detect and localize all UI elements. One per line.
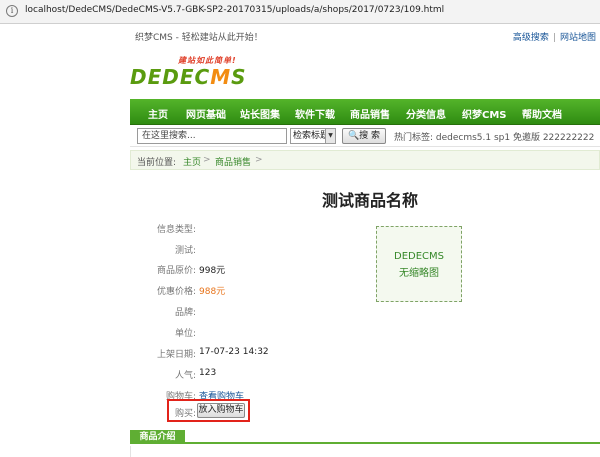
advanced-search-link[interactable]: 高级搜索 [513,33,549,43]
search-button-label: 搜 索 [359,131,381,141]
thumb-line-1: DEDECMS [394,251,444,262]
breadcrumb-shop[interactable]: 商品销售 [215,155,251,168]
info-icon[interactable]: i [6,5,18,17]
search-input[interactable]: 在这里搜索... [137,128,287,144]
divider: | [552,33,556,43]
add-to-cart-button[interactable]: 放入购物车 [197,403,245,418]
nav-item-help[interactable]: 帮助文档 [522,106,562,121]
search-icon: 🔍 [347,131,360,141]
nav-item-software[interactable]: 软件下载 [295,106,335,121]
tab-product-intro[interactable]: 商品介绍 [130,430,185,444]
buy-label: 购买: [175,409,197,419]
sitemap-link[interactable]: 网站地图 [560,33,596,43]
field-value-discount-price: 988元 [199,287,226,297]
content-area [130,446,600,457]
hot-tags: 热门标签: dedecms5.1 sp1 免邀版 222222222 [394,133,595,143]
field-label-info-type: 信息类型: [156,225,196,235]
url-text[interactable]: localhost/DedeCMS/DedeCMS-V5.7-GBK-SP2-2… [25,5,444,15]
field-label-popularity: 人气: [174,371,196,381]
top-strip: 织梦CMS - 轻松建站从此开始！ 高级搜索 | 网站地图 [0,26,600,46]
field-label-unit: 单位: [174,329,196,339]
breadcrumb: 当前位置: 主页 > 商品销售 > [130,150,600,170]
welcome-text: 织梦CMS - 轻松建站从此开始！ [135,33,263,43]
product-title: 测试商品名称 [321,191,418,210]
field-label-brand: 品牌: [174,308,196,318]
field-label-test: 测试: [174,246,196,256]
main-nav: 主页 网页基础 站长图集 软件下载 商品销售 分类信息 织梦CMS 帮助文档 [130,99,600,125]
top-links: 高级搜索 | 网站地图 [513,30,596,43]
search-button[interactable]: 🔍搜 索 [342,128,386,144]
search-type-select[interactable]: 检索标题 ▼ [290,128,336,144]
nav-item-classifieds[interactable]: 分类信息 [406,106,446,121]
breadcrumb-sep: > [255,155,263,165]
field-value-original-price: 998元 [199,266,226,276]
nav-item-dedecms[interactable]: 织梦CMS [462,106,507,121]
thumb-line-2: 无缩略图 [399,268,439,279]
product-tabs: 商品介绍 [130,430,600,444]
nav-item-gallery[interactable]: 站长图集 [240,106,280,121]
field-label-listing-date: 上架日期: [156,350,196,360]
field-value-listing-date: 17-07-23 14:32 [199,347,269,357]
field-value-popularity: 123 [199,368,217,378]
search-row: 在这里搜索... 检索标题 ▼ 🔍搜 索 热门标签: dedecms5.1 sp… [130,125,600,147]
breadcrumb-sep: > [203,155,211,165]
search-type-value: 检索标题 [293,131,330,141]
breadcrumb-home[interactable]: 主页 [183,155,201,168]
logo-wordmark: DEDECMS [130,65,247,89]
address-bar[interactable]: i localhost/DedeCMS/DedeCMS-V5.7-GBK-SP2… [0,0,600,24]
buy-row-highlight: 购买: 放入购物车 [167,399,250,422]
field-label-discount-price: 优惠价格: [156,287,196,297]
product-thumbnail-placeholder: DEDECMS 无缩略图 [376,226,462,302]
chevron-down-icon[interactable]: ▼ [325,129,335,143]
nav-item-home[interactable]: 主页 [148,106,168,121]
nav-item-web-basics[interactable]: 网页基础 [186,106,226,121]
breadcrumb-label: 当前位置: [137,158,177,168]
field-label-original-price: 商品原价: [156,266,196,276]
nav-item-shop[interactable]: 商品销售 [350,106,390,121]
site-logo[interactable]: 建站如此简单! DEDECMS [130,55,290,95]
